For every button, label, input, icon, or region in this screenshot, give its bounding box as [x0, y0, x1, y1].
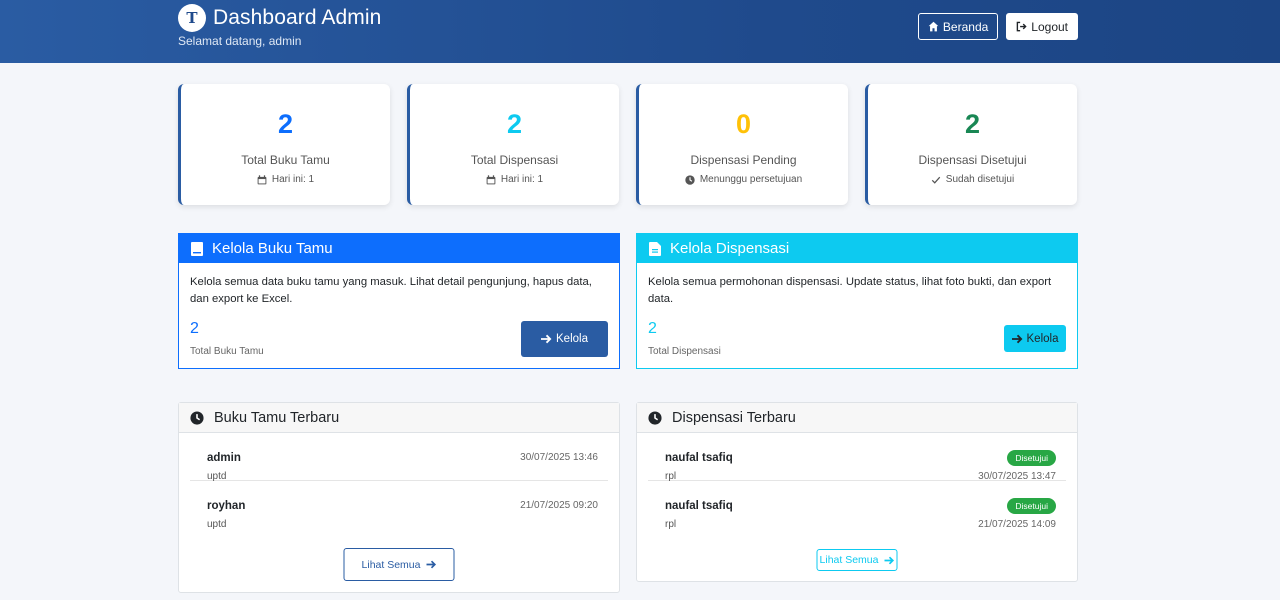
applicant-group: rpl	[665, 519, 677, 530]
stat-subtext-label: Hari ini: 1	[271, 174, 315, 185]
stat-value: 2	[277, 109, 294, 139]
welcome-text: Selamat datang, admin	[178, 34, 302, 48]
dispensation-panel-body: Kelola semua permohonan dispensasi. Upda…	[637, 263, 1077, 357]
dispensation-panel-title: Kelola Dispensasi	[670, 240, 790, 257]
clock-icon	[648, 410, 662, 425]
stat-label: Dispensasi Pending	[690, 153, 797, 167]
list-item[interactable]: naufal tsafiq rpl Disetujui 21/07/2025 1…	[648, 481, 1066, 530]
see-all-guestbook-button[interactable]: Lihat Semua	[343, 548, 455, 581]
stat-card-approved-dispensation: 2 Dispensasi Disetujui Sudah disetujui	[865, 84, 1077, 205]
stat-value: 0	[735, 109, 752, 139]
logout-icon	[1016, 21, 1027, 32]
see-all-dispensation-label: Lihat Semua	[819, 554, 879, 566]
manage-dispensation-button-label: Kelola	[1026, 332, 1059, 345]
stat-label: Total Buku Tamu	[241, 153, 330, 167]
manage-guestbook-button-label: Kelola	[556, 333, 588, 345]
guest-name: royhan	[207, 500, 246, 512]
guestbook-count: 2	[190, 320, 199, 337]
dispensation-panel-header: Kelola Dispensasi	[637, 234, 1077, 263]
recent-dispensation-header: Dispensasi Terbaru	[637, 403, 1077, 433]
logout-button-label: Logout	[1031, 19, 1068, 34]
status-badge: Disetujui	[1007, 498, 1056, 514]
stat-subtext: Sudah disetujui	[868, 174, 1077, 185]
recent-guestbook-card: Buku Tamu Terbaru admin uptd 30/07/2025 …	[178, 402, 620, 593]
dispensation-timestamp: 21/07/2025 14:09	[978, 519, 1056, 530]
logout-button[interactable]: Logout	[1006, 13, 1078, 40]
guest-name: admin	[207, 452, 241, 464]
arrow-right-icon	[541, 334, 552, 344]
top-header: T Dashboard Admin Selamat datang, admin …	[0, 0, 1280, 63]
guestbook-panel-body: Kelola semua data buku tamu yang masuk. …	[179, 263, 619, 357]
check-icon	[931, 176, 941, 184]
stat-label: Dispensasi Disetujui	[918, 153, 1027, 167]
manage-guestbook-button[interactable]: Kelola	[521, 321, 608, 357]
app-logo: T	[178, 4, 206, 32]
stats-row: 2 Total Buku Tamu Hari ini: 1 2 Total Di…	[178, 84, 1078, 205]
guest-timestamp: 21/07/2025 09:20	[520, 500, 598, 511]
dispensation-panel-description: Kelola semua permohonan dispensasi. Upda…	[648, 276, 1052, 305]
guestbook-panel-header: Kelola Buku Tamu	[179, 234, 619, 263]
applicant-name: naufal tsafiq	[665, 500, 733, 512]
arrow-right-icon	[426, 560, 436, 569]
list-item[interactable]: admin uptd 30/07/2025 13:46	[190, 433, 608, 482]
calendar-icon	[257, 174, 267, 184]
file-icon	[649, 241, 661, 256]
book-icon	[191, 241, 203, 256]
guestbook-count-label: Total Buku Tamu	[190, 346, 264, 357]
home-icon	[928, 21, 939, 32]
recent-guestbook-title: Buku Tamu Terbaru	[214, 409, 340, 426]
recent-guestbook-list: admin uptd 30/07/2025 13:46 royhan uptd …	[179, 433, 619, 530]
guestbook-panel-title: Kelola Buku Tamu	[212, 240, 333, 257]
stat-subtext-label: Sudah disetujui	[945, 174, 1015, 185]
stat-value: 2	[506, 109, 523, 139]
guest-organization: uptd	[207, 519, 227, 530]
page-title: Dashboard Admin	[213, 6, 382, 29]
clock-icon	[685, 174, 695, 185]
see-all-guestbook-label: Lihat Semua	[361, 558, 421, 571]
dispensation-panel: Kelola Dispensasi Kelola semua permohona…	[636, 233, 1078, 369]
stat-label: Total Dispensasi	[470, 153, 559, 167]
recent-dispensation-card: Dispensasi Terbaru naufal tsafiq rpl Dis…	[636, 402, 1078, 582]
applicant-name: naufal tsafiq	[665, 452, 733, 464]
stat-card-pending-dispensation: 0 Dispensasi Pending Menunggu persetujua…	[636, 84, 848, 205]
home-button-label: Beranda	[942, 19, 989, 34]
guest-timestamp: 30/07/2025 13:46	[520, 452, 598, 463]
arrow-right-icon	[1011, 334, 1022, 343]
list-item[interactable]: naufal tsafiq rpl Disetujui 30/07/2025 1…	[648, 433, 1066, 482]
dispensation-count-label: Total Dispensasi	[648, 346, 721, 357]
list-item[interactable]: royhan uptd 21/07/2025 09:20	[190, 481, 608, 530]
stat-subtext: Hari ini: 1	[410, 174, 619, 185]
stat-subtext: Menunggu persetujuan	[639, 174, 848, 185]
dispensation-count: 2	[648, 320, 657, 337]
logo-letter: T	[186, 9, 198, 27]
stat-subtext-label: Menunggu persetujuan	[699, 174, 803, 185]
stat-subtext-label: Hari ini: 1	[500, 174, 544, 185]
stat-value: 2	[964, 109, 981, 139]
stat-subtext: Hari ini: 1	[181, 174, 390, 185]
arrow-right-icon	[884, 556, 894, 564]
manage-dispensation-button[interactable]: Kelola	[1004, 325, 1066, 352]
recent-dispensation-title: Dispensasi Terbaru	[672, 409, 796, 426]
stat-card-total-dispensation: 2 Total Dispensasi Hari ini: 1	[407, 84, 619, 205]
see-all-dispensation-button[interactable]: Lihat Semua	[816, 549, 898, 571]
calendar-icon	[486, 174, 496, 184]
status-badge: Disetujui	[1007, 450, 1056, 466]
guestbook-panel: Kelola Buku Tamu Kelola semua data buku …	[178, 233, 620, 369]
recent-guestbook-header: Buku Tamu Terbaru	[179, 403, 619, 433]
home-button[interactable]: Beranda	[917, 13, 999, 40]
brand: T Dashboard Admin	[178, 4, 381, 32]
recent-dispensation-list: naufal tsafiq rpl Disetujui 30/07/2025 1…	[637, 433, 1077, 530]
stat-card-total-guestbook: 2 Total Buku Tamu Hari ini: 1	[178, 84, 390, 205]
guestbook-panel-description: Kelola semua data buku tamu yang masuk. …	[190, 276, 592, 305]
clock-icon	[190, 410, 204, 425]
